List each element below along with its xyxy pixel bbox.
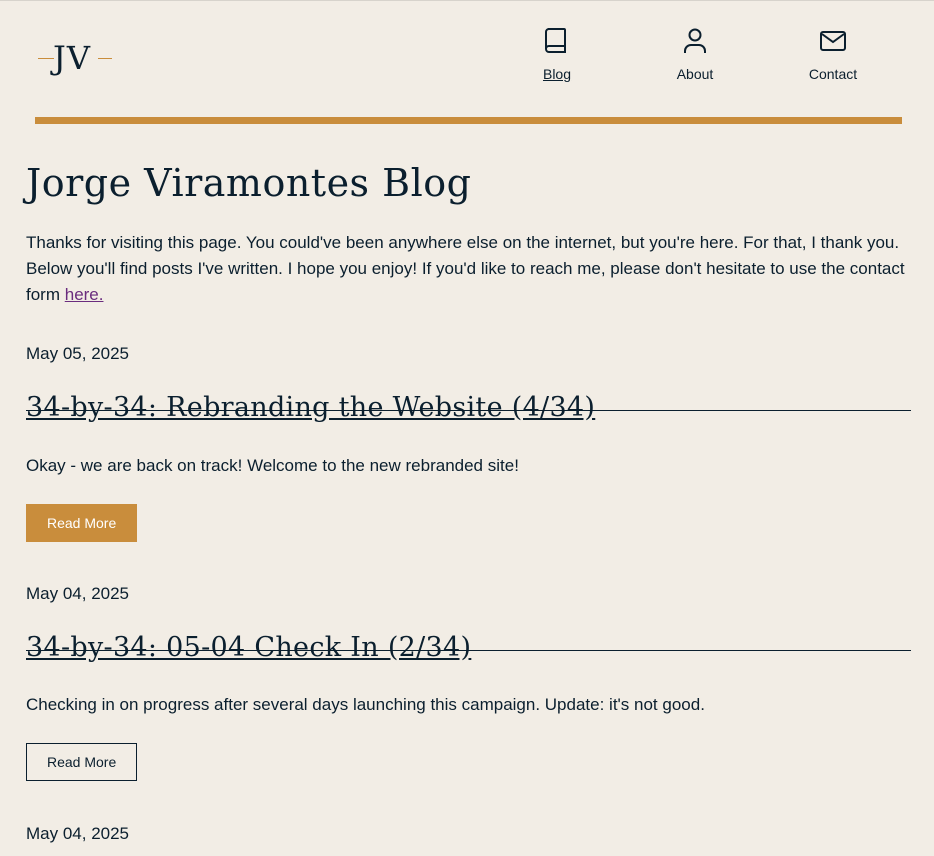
post-excerpt: Okay - we are back on track! Welcome to … [26, 456, 519, 475]
post-title-link[interactable]: 34-by-34: 05-04 Check In (2/34) [26, 632, 471, 663]
read-more-button[interactable]: Read More [26, 504, 138, 542]
main-content: Jorge Viramontes Blog Thanks for visitin… [26, 150, 911, 843]
logo-rule-right [98, 58, 112, 59]
nav-about-label: About [676, 66, 714, 82]
nav-blog-label: Blog [542, 66, 572, 82]
intro-paragraph: Thanks for visiting this page. You could… [26, 230, 911, 308]
nav-contact[interactable]: Contact [778, 26, 888, 90]
nav-blog[interactable]: Blog [502, 26, 612, 90]
read-more-button[interactable]: Read More [26, 743, 138, 781]
post-title-link[interactable]: 34-by-34: Rebranding the Website (4/34) [26, 392, 595, 423]
intro-text: Thanks for visiting this page. You could… [26, 233, 905, 304]
nav-about[interactable]: About [640, 26, 750, 90]
post-date: May 04, 2025 [26, 824, 130, 843]
nav-contact-label: Contact [808, 66, 858, 82]
post-date: May 05, 2025 [26, 344, 130, 363]
header-accent-bar [35, 117, 902, 124]
contact-form-link[interactable]: here. [65, 285, 104, 304]
mail-icon [820, 31, 846, 51]
post-divider [26, 410, 911, 411]
user-icon [684, 28, 706, 53]
site-header: JV Blog About Contact [0, 0, 934, 125]
page-title: Jorge Viramontes Blog [26, 161, 472, 205]
post-excerpt: Checking in on progress after several da… [26, 695, 705, 714]
book-icon [545, 28, 566, 53]
site-logo[interactable]: JV [38, 38, 112, 78]
logo-rule-left [38, 58, 54, 59]
post-divider [26, 650, 911, 651]
logo-text: JV [53, 39, 91, 77]
post-date: May 04, 2025 [26, 584, 130, 603]
